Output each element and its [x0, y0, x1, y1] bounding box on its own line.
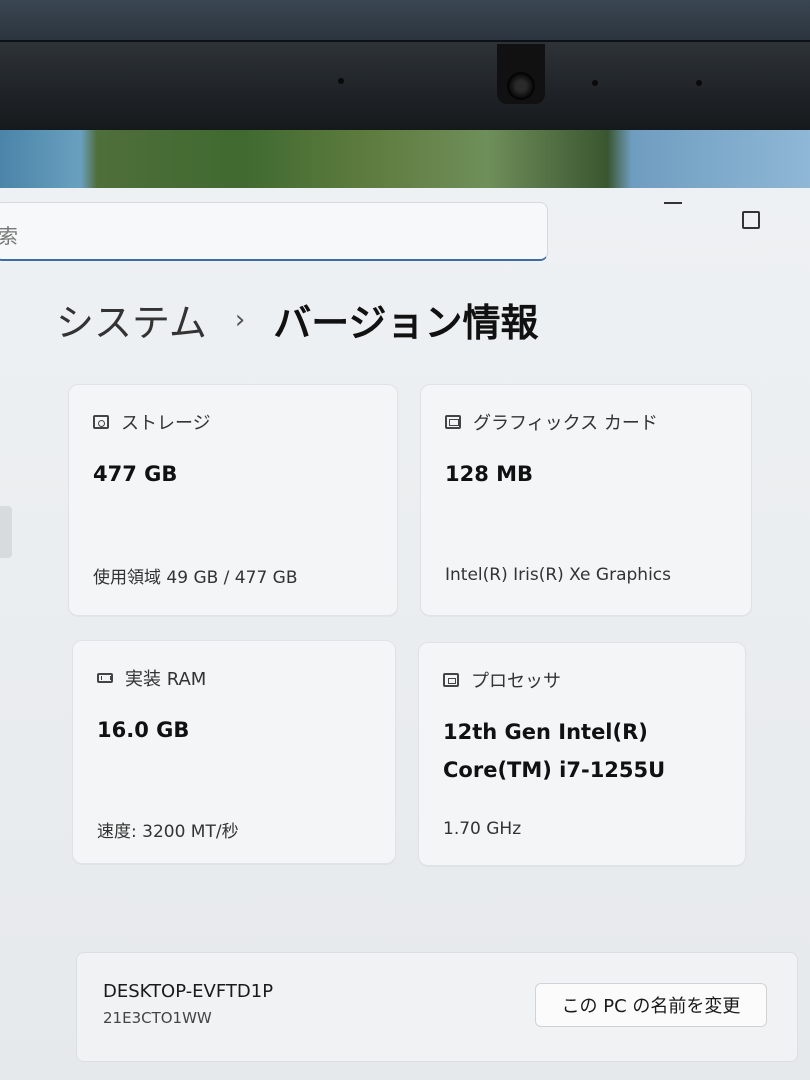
search-input[interactable] — [0, 202, 548, 261]
desktop-wallpaper — [0, 130, 810, 196]
processor-value-line1: 12th Gen Intel(R) — [443, 720, 648, 744]
breadcrumb-system[interactable]: システム — [56, 292, 207, 347]
minimize-button[interactable] — [664, 202, 682, 204]
processor-value: 12th Gen Intel(R) Core(TM) i7-1255U — [443, 713, 665, 789]
rename-pc-button[interactable]: この PC の名前を変更 — [535, 983, 767, 1027]
laptop-bezel — [0, 40, 810, 134]
storage-label: ストレージ — [121, 413, 211, 434]
device-model: 21E3CTO1WW — [103, 1009, 212, 1027]
breadcrumb: システム › バージョン情報 — [56, 292, 539, 347]
device-name: DESKTOP-EVFTD1P — [103, 981, 274, 1002]
processor-detail: 1.70 GHz — [443, 819, 522, 839]
search-text-fragment: 索 — [0, 224, 18, 248]
graphics-value: 128 MB — [445, 462, 534, 486]
processor-icon — [443, 673, 459, 687]
sensor-dot — [592, 80, 598, 86]
graphics-card-icon — [445, 415, 461, 429]
ram-icon — [97, 673, 113, 683]
processor-value-line2: Core(TM) i7-1255U — [443, 758, 666, 782]
ram-value: 16.0 GB — [97, 718, 190, 742]
storage-detail: 使用領域 49 GB / 477 GB — [93, 568, 298, 588]
settings-window: 索 システム › バージョン情報 ストレージ 477 GB 使用領域 49 GB… — [0, 188, 810, 1080]
graphics-detail: Intel(R) Iris(R) Xe Graphics — [445, 565, 671, 585]
processor-card: プロセッサ 12th Gen Intel(R) Core(TM) i7-1255… — [418, 642, 746, 866]
page-title: バージョン情報 — [273, 301, 539, 345]
storage-icon — [93, 415, 109, 429]
storage-value: 477 GB — [93, 462, 178, 486]
graphics-label: グラフィックス カード — [473, 413, 658, 434]
ram-detail: 速度: 3200 MT/秒 — [97, 822, 239, 842]
ram-card: 実装 RAM 16.0 GB 速度: 3200 MT/秒 — [72, 640, 396, 864]
background-top — [0, 0, 810, 44]
sensor-dot — [338, 78, 344, 84]
graphics-card: グラフィックス カード 128 MB Intel(R) Iris(R) Xe G… — [420, 384, 752, 616]
chevron-right-icon: › — [234, 304, 246, 335]
ram-label: 実装 RAM — [125, 669, 207, 690]
sensor-dot — [696, 80, 702, 86]
maximize-button[interactable] — [742, 211, 760, 229]
device-name-panel: DESKTOP-EVFTD1P 21E3CTO1WW この PC の名前を変更 — [76, 952, 798, 1062]
nav-scroll-indicator — [0, 506, 12, 558]
processor-label: プロセッサ — [471, 671, 561, 692]
webcam-icon — [507, 72, 535, 100]
storage-card: ストレージ 477 GB 使用領域 49 GB / 477 GB — [68, 384, 398, 616]
